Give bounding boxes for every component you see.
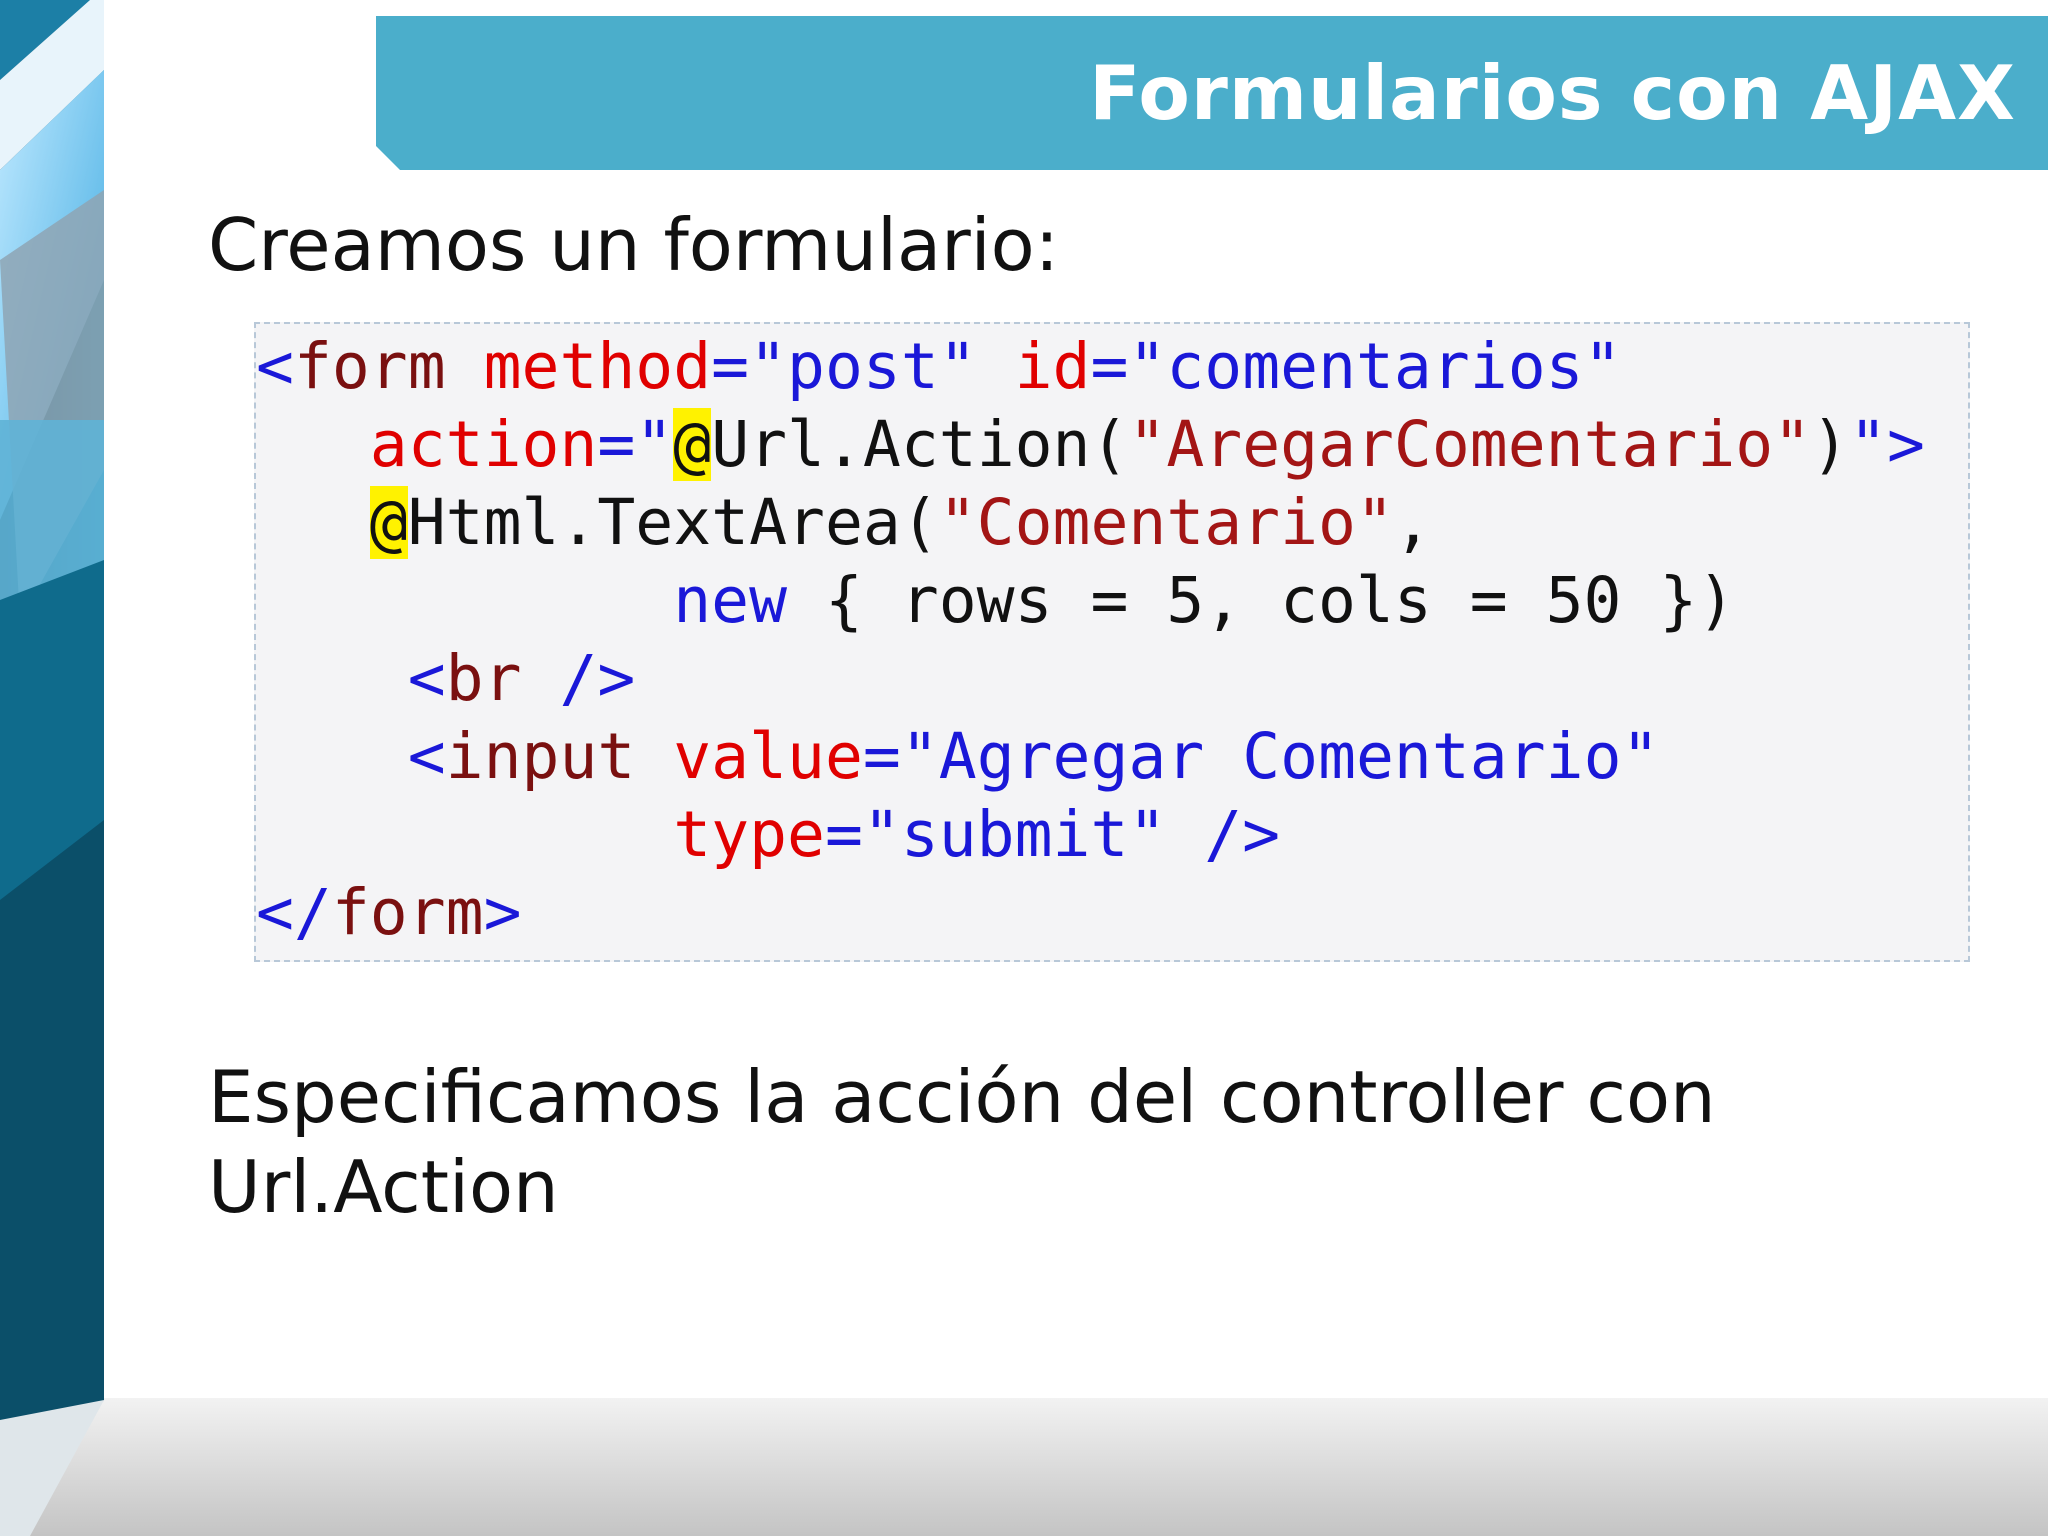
code-line: <br /> [256, 640, 636, 718]
code-token: /> [1166, 798, 1281, 871]
code-token: < [407, 642, 446, 715]
code-token: value [673, 720, 863, 793]
slide-title: Formularios con AJAX [1089, 49, 2016, 137]
conclusion-text: Especificamos la acción del controller c… [208, 1055, 1716, 1229]
intro-text: Creamos un formulario: [208, 203, 1059, 287]
code-token: "submit" [862, 798, 1167, 871]
code-token: method [483, 330, 712, 403]
code-token: action [369, 408, 598, 481]
code-token: form [331, 876, 484, 949]
code-token: { rows = 5, cols = 50 }) [787, 564, 1736, 637]
code-line: new { rows = 5, cols = 50 }) [256, 562, 1735, 640]
footer-band [0, 1398, 2048, 1536]
code-token: < [256, 330, 294, 403]
code-token: @ [673, 408, 712, 481]
code-token: ) [1811, 408, 1850, 481]
code-token: </ [256, 876, 332, 949]
code-token: /> [521, 642, 636, 715]
code-token: "post" [749, 330, 977, 403]
code-line: @Html.TextArea("Comentario", [256, 484, 1432, 562]
code-token: " [635, 408, 674, 481]
code-token: @ [369, 486, 408, 559]
code-token: > [483, 876, 522, 949]
code-token: type [673, 798, 825, 871]
code-token: br [445, 642, 522, 715]
code-line: action="@Url.Action("AregarComentario")"… [256, 406, 1925, 484]
code-token: new [673, 564, 788, 637]
title-banner: Formularios con AJAX [376, 16, 2048, 170]
code-token: "AregarComentario" [1128, 408, 1812, 481]
code-line: <input value="Agregar Comentario" [256, 718, 1660, 796]
code-token: Url.Action( [711, 408, 1129, 481]
code-token: = [862, 720, 901, 793]
code-token: < [407, 720, 446, 793]
code-line: type="submit" /> [256, 796, 1280, 874]
code-line: <form method="post" id="comentarios" [256, 328, 1622, 406]
code-line: </form> [256, 874, 522, 952]
left-decoration [0, 0, 104, 1536]
code-token: "Agregar Comentario" [900, 720, 1660, 793]
code-token: = [711, 330, 750, 403]
code-token: input [445, 720, 636, 793]
code-token: , [1393, 486, 1432, 559]
code-token: Html.TextArea( [407, 486, 939, 559]
code-token: > [1887, 408, 1925, 481]
code-block: <form method="post" id="comentarios" act… [254, 322, 1970, 962]
code-token: form [293, 330, 446, 403]
code-token: id [1014, 330, 1091, 403]
code-token: " [1849, 408, 1888, 481]
code-token: "comentarios" [1128, 330, 1622, 403]
code-token: = [597, 408, 636, 481]
code-token: = [824, 798, 863, 871]
code-token: = [1090, 330, 1129, 403]
code-token: "Comentario" [938, 486, 1394, 559]
